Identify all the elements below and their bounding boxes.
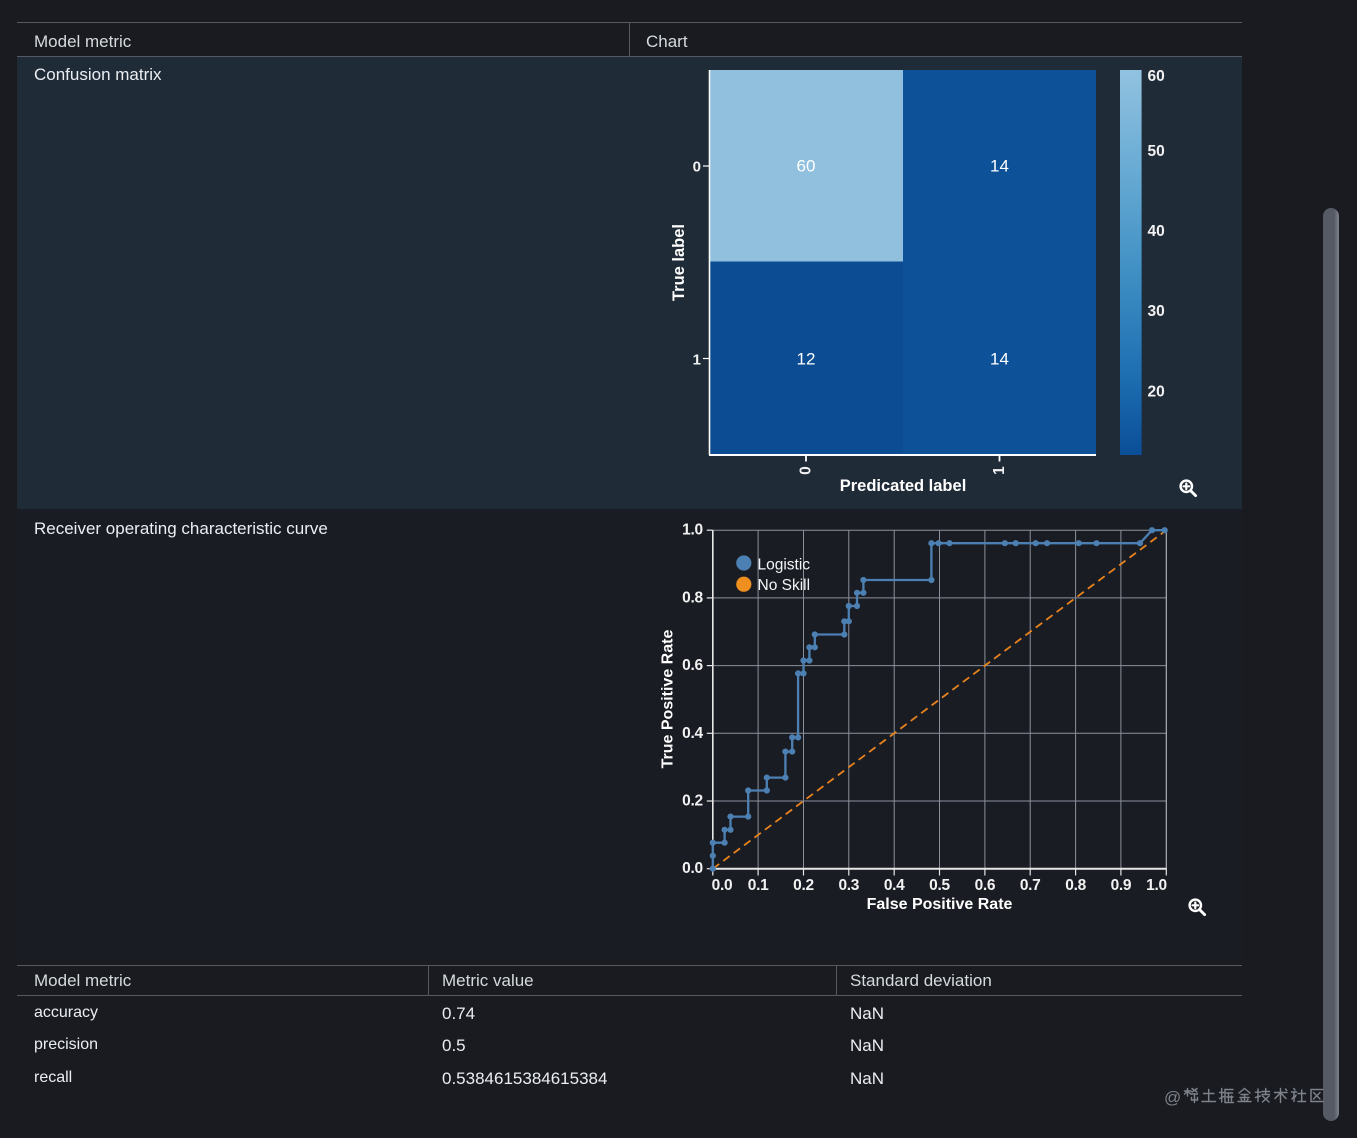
svg-text:0.2: 0.2 <box>682 793 703 810</box>
svg-text:0.6: 0.6 <box>975 877 996 894</box>
svg-text:0.7: 0.7 <box>1020 877 1041 894</box>
svg-text:0.4: 0.4 <box>884 877 905 894</box>
svg-text:False Positive Rate: False Positive Rate <box>867 896 1013 913</box>
svg-text:0.5: 0.5 <box>929 877 950 894</box>
svg-text:0.8: 0.8 <box>1065 877 1086 894</box>
svg-text:20: 20 <box>1148 383 1165 400</box>
svg-text:40: 40 <box>1148 223 1165 240</box>
svg-text:Predicated label: Predicated label <box>840 477 967 495</box>
svg-text:0: 0 <box>693 159 701 176</box>
svg-text:0: 0 <box>798 466 815 475</box>
svg-text:12: 12 <box>797 350 816 369</box>
svg-text:@: @ <box>1164 1088 1181 1107</box>
svg-text:0.4: 0.4 <box>682 725 703 742</box>
svg-text:No Skill: No Skill <box>758 577 811 594</box>
svg-text:60: 60 <box>797 157 816 176</box>
svg-text:30: 30 <box>1148 303 1165 320</box>
svg-text:14: 14 <box>990 350 1009 369</box>
svg-text:1.0: 1.0 <box>682 522 703 539</box>
svg-text:1.0: 1.0 <box>1146 877 1167 894</box>
svg-text:0.8: 0.8 <box>682 589 703 606</box>
svg-text:0.0: 0.0 <box>682 860 703 877</box>
svg-text:True label: True label <box>670 224 688 301</box>
svg-text:0.6: 0.6 <box>682 657 703 674</box>
svg-text:14: 14 <box>990 157 1009 176</box>
svg-text:0.1: 0.1 <box>748 877 769 894</box>
svg-text:50: 50 <box>1148 143 1165 160</box>
svg-text:True Positive Rate: True Positive Rate <box>660 630 677 769</box>
svg-text:1: 1 <box>693 352 701 369</box>
svg-text:0.0: 0.0 <box>712 877 733 894</box>
svg-text:60: 60 <box>1148 68 1165 85</box>
svg-text:Logistic: Logistic <box>758 557 811 574</box>
svg-text:1: 1 <box>991 466 1008 475</box>
svg-text:0.2: 0.2 <box>793 877 814 894</box>
svg-text:0.9: 0.9 <box>1111 877 1132 894</box>
svg-text:0.3: 0.3 <box>838 877 859 894</box>
